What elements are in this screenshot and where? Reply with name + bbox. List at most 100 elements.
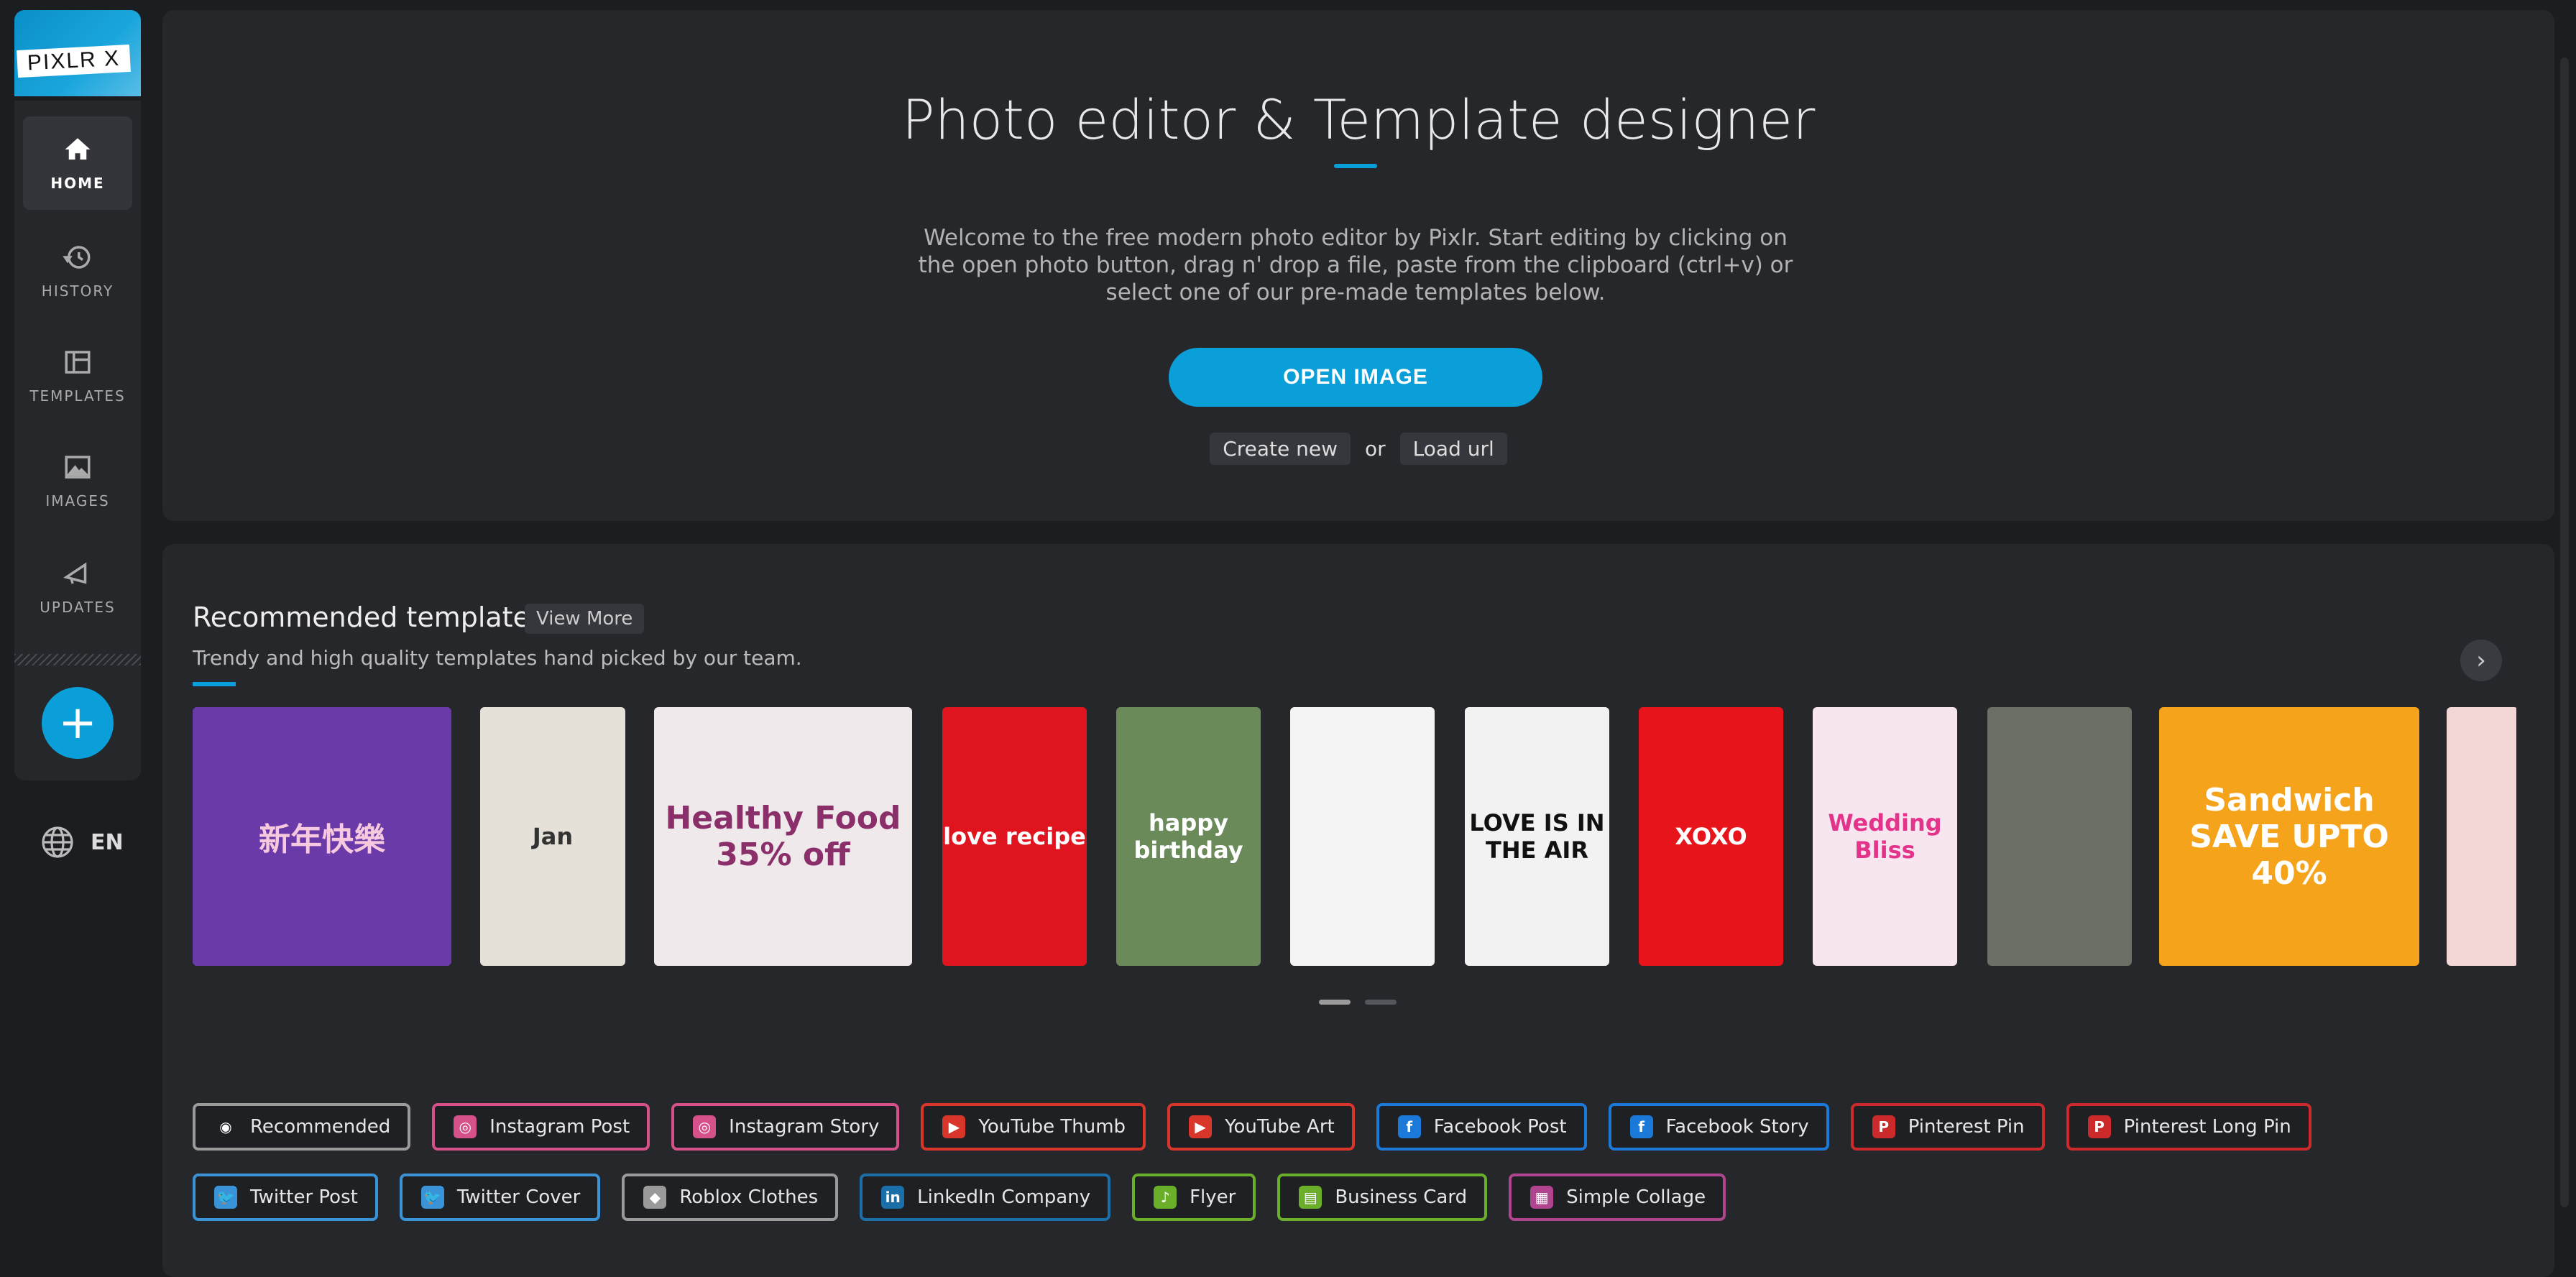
category-chip[interactable]: ▶ YouTube Thumb <box>921 1103 1146 1151</box>
chip-label: Business Card <box>1335 1186 1468 1208</box>
chip-label: YouTube Art <box>1225 1116 1335 1138</box>
template-text: love recipe <box>943 823 1086 850</box>
chip-label: Pinterest Long Pin <box>2123 1116 2291 1138</box>
nav-panel: HOME HISTORY TEMPLATES IMAGES UPDATES + <box>14 101 141 780</box>
section-underline <box>193 682 236 686</box>
page-title: Photo editor & Template designer <box>901 88 1816 152</box>
sidebar-item-history[interactable]: HISTORY <box>23 224 132 318</box>
category-chip[interactable]: P Pinterest Long Pin <box>2066 1103 2312 1151</box>
template-thumbnail[interactable]: XOXO <box>1639 707 1783 966</box>
template-text: XOXO <box>1675 823 1747 850</box>
sidebar-item-images[interactable]: IMAGES <box>23 434 132 527</box>
template-text: Healthy Food 35% off <box>665 800 901 873</box>
chip-label: YouTube Thumb <box>978 1116 1126 1138</box>
business-card-icon: ▤ <box>1299 1186 1322 1209</box>
pinterest-icon: P <box>1872 1115 1895 1138</box>
open-image-button[interactable]: OPEN IMAGE <box>1169 348 1542 407</box>
carousel-pagination <box>1319 1000 1397 1005</box>
category-chip[interactable]: 🐦 Twitter Post <box>193 1174 378 1221</box>
category-chip[interactable]: P Pinterest Pin <box>1850 1103 2045 1151</box>
template-carousel: 新年快樂 Jan Healthy Food 35% off love recipe ha… <box>193 707 2516 966</box>
chip-label: Twitter Post <box>250 1186 358 1208</box>
category-chip[interactable]: ▶ YouTube Art <box>1167 1103 1355 1151</box>
sidebar-item-home[interactable]: HOME <box>23 116 132 210</box>
category-chip[interactable]: f Facebook Post <box>1376 1103 1587 1151</box>
facebook-icon: f <box>1629 1115 1653 1138</box>
instagram-icon: ◎ <box>693 1115 717 1138</box>
globe-icon <box>42 826 73 858</box>
next-arrow-button[interactable]: › <box>2460 640 2502 681</box>
template-text: Wedding Bliss <box>1828 809 1942 864</box>
category-chip[interactable]: 🐦 Twitter Cover <box>399 1174 601 1221</box>
chip-label: Facebook Post <box>1433 1116 1567 1138</box>
template-thumbnail[interactable]: happy birthday <box>1116 707 1261 966</box>
page-dot[interactable] <box>1365 1000 1397 1005</box>
category-chip[interactable]: ◎ Instagram Post <box>432 1103 650 1151</box>
template-thumbnail[interactable]: Wedding Bliss <box>1813 707 1957 966</box>
templates-icon <box>65 351 91 374</box>
category-chip[interactable]: ◉ Recommended <box>193 1103 411 1151</box>
sidebar: PIXLR X HOME HISTORY TEMPLATES IMAGES UP… <box>0 0 151 1253</box>
category-chip[interactable]: in LinkedIn Company <box>860 1174 1111 1221</box>
chip-label: Twitter Cover <box>456 1186 581 1208</box>
add-button[interactable]: + <box>42 687 114 759</box>
template-text: LOVE IS IN THE AIR <box>1469 809 1605 864</box>
load-url-button[interactable]: Load url <box>1399 433 1507 465</box>
pixlr-logo[interactable]: PIXLR X <box>14 10 141 96</box>
sidebar-item-templates[interactable]: TEMPLATES <box>23 329 132 423</box>
chip-label: Pinterest Pin <box>1908 1116 2025 1138</box>
title-underline <box>1334 164 1377 168</box>
template-thumbnail[interactable] <box>1987 707 2132 966</box>
facebook-icon: f <box>1397 1115 1421 1138</box>
sidebar-item-updates[interactable]: UPDATES <box>23 540 132 634</box>
chip-label: Instagram Post <box>489 1116 630 1138</box>
collage-icon: ▦ <box>1530 1186 1554 1209</box>
template-thumbnail[interactable] <box>2447 707 2516 966</box>
twitter-icon: 🐦 <box>214 1186 237 1209</box>
youtube-icon: ▶ <box>942 1115 966 1138</box>
create-new-button[interactable]: Create new <box>1210 433 1351 465</box>
youtube-icon: ▶ <box>1189 1115 1213 1138</box>
pinterest-icon: P <box>2087 1115 2111 1138</box>
image-icon <box>65 456 91 479</box>
twitter-icon: 🐦 <box>420 1186 444 1209</box>
page-dot[interactable] <box>1319 1000 1351 1005</box>
chip-label: LinkedIn Company <box>917 1186 1091 1208</box>
category-chips: ◉ Recommended ◎ Instagram Post ◎ Instagram St… <box>193 1103 2349 1221</box>
template-thumbnail[interactable]: LOVE IS IN THE AIR <box>1465 707 1609 966</box>
template-text: happy birthday <box>1133 809 1243 864</box>
linkedin-icon: in <box>881 1186 905 1209</box>
template-thumbnail[interactable]: 新年快樂 <box>193 707 451 966</box>
language-selector[interactable]: EN <box>40 825 124 859</box>
chip-label: Facebook Story <box>1665 1116 1809 1138</box>
home-icon <box>65 138 91 160</box>
welcome-text: Welcome to the free modern photo editor … <box>918 225 1793 305</box>
instagram-icon: ◎ <box>454 1115 477 1138</box>
category-chip[interactable]: f Facebook Story <box>1608 1103 1829 1151</box>
template-thumbnail[interactable]: Healthy Food 35% off <box>654 707 912 966</box>
section-title: Recommended templates <box>193 601 544 633</box>
scrollbar[interactable] <box>2560 57 2569 1207</box>
category-chip[interactable]: ◆ Roblox Clothes <box>622 1174 839 1221</box>
template-text: Sandwich SAVE UPTO 40% <box>2189 781 2389 892</box>
recommended-templates-panel: Recommended templates View More Trendy a… <box>162 544 2554 1277</box>
section-subtitle: Trendy and high quality templates hand p… <box>193 646 802 670</box>
chip-label: Instagram Story <box>729 1116 880 1138</box>
or-text: or <box>1365 437 1386 461</box>
template-text: Jan <box>532 823 574 850</box>
template-thumbnail[interactable]: love recipe <box>942 707 1087 966</box>
category-chip[interactable]: ♪ Flyer <box>1132 1174 1256 1221</box>
template-text: 新年快樂 <box>259 821 385 858</box>
hero-panel: Photo editor & Template designer Welcome… <box>162 10 2554 521</box>
divider <box>14 654 141 665</box>
flyer-icon: ♪ <box>1154 1186 1177 1209</box>
category-chip[interactable]: ◎ Instagram Story <box>671 1103 900 1151</box>
category-chip[interactable]: ▦ Simple Collage <box>1509 1174 1726 1221</box>
template-thumbnail[interactable] <box>1290 707 1435 966</box>
eye-icon: ◉ <box>219 1118 232 1135</box>
template-thumbnail[interactable]: Jan <box>480 707 625 966</box>
secondary-actions: Create new or Load url <box>162 433 2554 465</box>
view-more-button[interactable]: View More <box>525 604 645 634</box>
category-chip[interactable]: ▤ Business Card <box>1277 1174 1488 1221</box>
template-thumbnail[interactable]: Sandwich SAVE UPTO 40% <box>2159 707 2419 966</box>
